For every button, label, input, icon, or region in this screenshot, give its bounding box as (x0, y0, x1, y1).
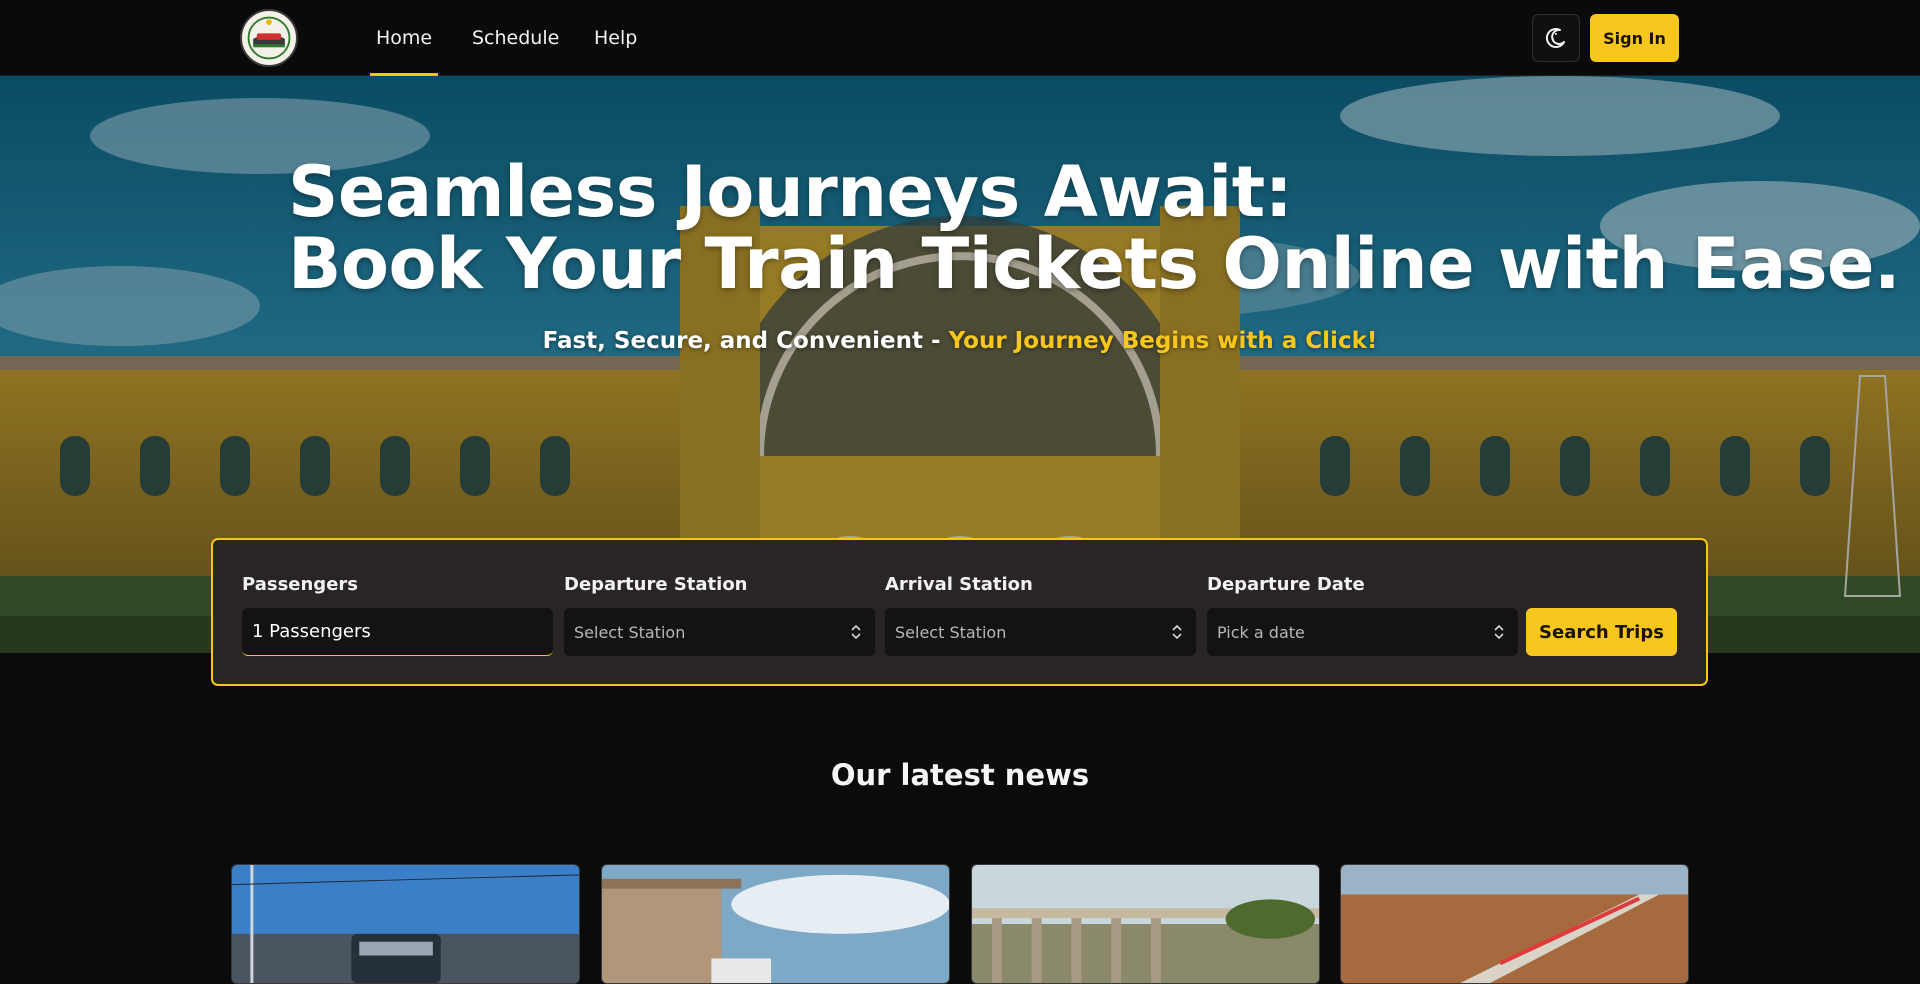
electric-locomotive-photo (232, 865, 579, 983)
departure-station-label: Departure Station (564, 574, 748, 595)
trip-search-form: Passengers 1 Passengers Departure Statio… (211, 538, 1708, 686)
hero-subtitle-text: Fast, Secure, and Convenient - (542, 328, 949, 354)
arrival-station-select[interactable]: Select Station (885, 608, 1196, 656)
train-on-bridge-photo (1341, 865, 1688, 983)
sign-in-button[interactable]: Sign In (1590, 14, 1679, 62)
nav-link-home[interactable]: Home (369, 0, 439, 76)
station-platform-photo (602, 865, 949, 983)
news-card[interactable] (231, 864, 580, 984)
hero-title-line-1: Seamless Journeys Await: (288, 151, 1293, 233)
passengers-label: Passengers (242, 574, 358, 595)
nav-link-help[interactable]: Help (594, 0, 637, 76)
theme-toggle-button[interactable] (1532, 14, 1580, 62)
departure-station-select[interactable]: Select Station (564, 608, 875, 656)
arrival-station-placeholder: Select Station (895, 622, 1007, 642)
hero-title: Seamless Journeys Await: Book Your Train… (288, 151, 1901, 305)
departure-date-label: Departure Date (1207, 574, 1365, 595)
news-card[interactable] (971, 864, 1320, 984)
departure-date-picker[interactable]: Pick a date (1207, 608, 1518, 656)
passengers-input[interactable]: 1 Passengers (242, 608, 553, 656)
chevron-up-down-icon (851, 624, 861, 640)
hero-subtitle: Fast, Secure, and Convenient - Your Jour… (0, 328, 1920, 354)
search-trips-button[interactable]: Search Trips (1526, 608, 1677, 656)
moon-icon (1545, 28, 1565, 49)
hero-subtitle-highlight: Your Journey Begins with a Click! (948, 328, 1378, 354)
news-card[interactable] (1340, 864, 1689, 984)
railway-viaduct-photo (972, 865, 1319, 983)
chevron-up-down-icon (1494, 624, 1504, 640)
arrival-station-label: Arrival Station (885, 574, 1033, 595)
top-navbar: Home Schedule Help Sign In (0, 0, 1920, 76)
chevron-up-down-icon (1172, 624, 1182, 640)
departure-date-placeholder: Pick a date (1217, 622, 1305, 642)
news-section-title: Our latest news (830, 758, 1090, 792)
nav-link-schedule[interactable]: Schedule (472, 0, 559, 76)
departure-station-placeholder: Select Station (574, 622, 686, 642)
company-logo[interactable] (240, 9, 298, 67)
news-card[interactable] (601, 864, 950, 984)
hero-title-line-2: Book Your Train Tickets Online with Ease… (288, 223, 1901, 305)
